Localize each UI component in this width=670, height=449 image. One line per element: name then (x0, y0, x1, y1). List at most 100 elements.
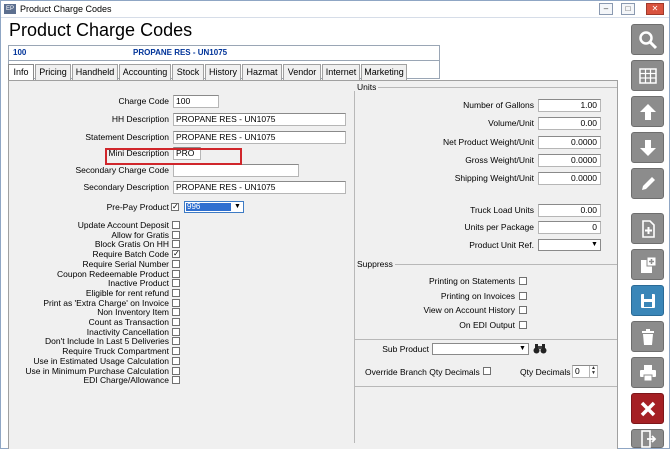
suppress-option-label: On EDI Output (459, 319, 515, 330)
exit-button[interactable] (631, 429, 664, 448)
statement-description-field[interactable]: PROPANE RES - UN1075 (173, 131, 346, 144)
units-per-package-label: Units per Package (464, 222, 534, 232)
option-checkbox[interactable] (172, 318, 180, 326)
volume-label: Volume/Unit (488, 118, 534, 128)
option-checkbox[interactable] (172, 221, 180, 229)
secondary-charge-code-field[interactable] (173, 164, 299, 177)
net-weight-field[interactable]: 0.0000 (538, 136, 601, 149)
option-checkbox[interactable] (172, 298, 180, 307)
sub-product-group-border (355, 339, 617, 340)
next-record-button[interactable] (631, 132, 664, 163)
option-checkbox[interactable] (172, 327, 180, 336)
option-checkbox[interactable] (172, 240, 180, 249)
action-toolbar (626, 18, 669, 448)
option-label: Require Serial Number (82, 258, 169, 269)
grid-icon (638, 67, 657, 84)
delete-button[interactable] (631, 321, 664, 352)
chevron-down-icon[interactable]: ▼ (518, 345, 527, 353)
prepay-product-select[interactable]: 996 ▼ (184, 201, 244, 213)
search-button[interactable] (631, 24, 664, 55)
truck-load-label: Truck Load Units (470, 205, 534, 215)
tab-accounting[interactable]: Accounting (119, 64, 171, 80)
option-label: Allow for Gratis (111, 229, 169, 240)
net-weight-label: Net Product Weight/Unit (442, 137, 534, 147)
option-checkbox[interactable]: ✓ (172, 250, 180, 259)
option-label: Use in Estimated Usage Calculation (33, 355, 169, 366)
option-label: Eligible for rent refund (85, 287, 169, 298)
option-checkbox[interactable] (172, 269, 180, 278)
gallons-field[interactable]: 1.00 (538, 99, 601, 112)
tab-vendor[interactable]: Vendor (283, 64, 321, 80)
option-checkbox[interactable] (172, 288, 180, 297)
tab-hazmat[interactable]: Hazmat (242, 64, 282, 80)
secondary-description-field[interactable]: PROPANE RES - UN1075 (173, 181, 346, 194)
hh-description-field[interactable]: PROPANE RES - UN1075 (173, 113, 346, 126)
shipping-weight-field[interactable]: 0.0000 (538, 172, 601, 185)
arrow-down-icon (639, 139, 656, 156)
window-title: Product Charge Codes (20, 4, 112, 14)
option-checkbox[interactable] (172, 347, 180, 356)
tab-internet[interactable]: Internet (322, 64, 360, 80)
qty-decimals-field[interactable]: 0 ▲ ▼ (572, 365, 598, 378)
arrow-up-icon (639, 103, 656, 120)
chevron-down-icon[interactable]: ▼ (590, 241, 599, 249)
suppress-option-label: Printing on Statements (429, 276, 515, 286)
exit-icon (640, 429, 656, 448)
sub-product-select[interactable]: ▼ (432, 343, 529, 355)
option-checkbox[interactable] (172, 230, 180, 239)
tab-history[interactable]: History (205, 64, 241, 80)
new-document-icon (641, 219, 655, 238)
option-checkbox[interactable] (172, 279, 180, 288)
copy-record-button[interactable] (631, 249, 664, 280)
edit-button[interactable] (631, 168, 664, 199)
shipping-weight-label: Shipping Weight/Unit (454, 173, 534, 183)
suppress-section-title: Suppress (355, 259, 395, 269)
truck-load-field[interactable]: 0.00 (538, 204, 601, 217)
suppress-option-checkbox[interactable] (519, 306, 527, 314)
override-qty-decimals-checkbox[interactable] (483, 367, 491, 375)
tab-pricing[interactable]: Pricing (35, 64, 71, 80)
prepay-product-value: 996 (186, 203, 231, 211)
chevron-down-icon[interactable]: ▼ (233, 203, 242, 211)
print-icon (639, 364, 656, 381)
tab-info[interactable]: Info (8, 64, 34, 81)
minimize-button[interactable]: – (599, 3, 613, 15)
option-label: Block Gratis On HH (94, 239, 169, 250)
option-checkbox[interactable] (172, 308, 180, 317)
spinner-icon[interactable]: ▲ ▼ (589, 366, 597, 377)
new-record-button[interactable] (631, 213, 664, 244)
previous-record-button[interactable] (631, 96, 664, 127)
print-button[interactable] (631, 357, 664, 388)
save-button[interactable] (631, 285, 664, 316)
suppress-option-label: View on Account History (423, 305, 516, 315)
suppress-option-checkbox[interactable] (519, 320, 527, 329)
binoculars-icon[interactable] (533, 342, 547, 355)
grid-button[interactable] (631, 60, 664, 91)
option-label: Inactivity Cancellation (86, 326, 169, 337)
units-per-package-field[interactable]: 0 (538, 221, 601, 234)
option-checkbox[interactable] (172, 376, 180, 385)
option-checkbox[interactable] (172, 366, 180, 375)
option-checkbox[interactable] (172, 259, 180, 268)
volume-field[interactable]: 0.00 (538, 117, 601, 130)
highlight-box (105, 148, 242, 165)
product-unit-ref-select[interactable]: ▼ (538, 239, 601, 251)
charge-code-label: Charge Code (118, 96, 169, 106)
maximize-button[interactable]: □ (621, 3, 635, 15)
product-unit-ref-label: Product Unit Ref. (469, 240, 534, 250)
record-description: PROPANE RES - UN1075 (133, 48, 228, 57)
option-checkbox[interactable] (172, 337, 180, 346)
suppress-option-checkbox[interactable] (519, 277, 527, 285)
prepay-product-label: Pre-Pay Product (106, 202, 169, 212)
option-checkbox[interactable] (172, 356, 180, 365)
tab-stock[interactable]: Stock (172, 64, 204, 80)
tab-marketing[interactable]: Marketing (361, 64, 407, 80)
gross-weight-field[interactable]: 0.0000 (538, 154, 601, 167)
tab-handheld[interactable]: Handheld (72, 64, 118, 80)
charge-code-field[interactable]: 100 (173, 95, 219, 108)
prepay-product-checkbox[interactable]: ✓ (171, 203, 179, 211)
cancel-button[interactable] (631, 393, 664, 424)
close-window-button[interactable]: ✕ (646, 3, 664, 15)
option-label: Count as Transaction (88, 317, 169, 327)
suppress-option-checkbox[interactable] (519, 291, 527, 300)
